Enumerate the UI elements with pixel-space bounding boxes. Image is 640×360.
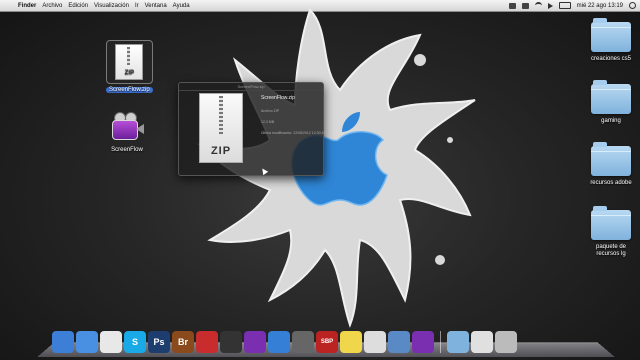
safari-icon[interactable]: [76, 331, 98, 353]
itunes-icon[interactable]: [268, 331, 290, 353]
photoshop-icon[interactable]: Ps: [148, 331, 170, 353]
menu-extras: mié 22 ago 13:19: [508, 0, 636, 11]
trash-icon[interactable]: [495, 331, 517, 353]
menu-ayuda[interactable]: Ayuda: [173, 3, 190, 9]
applications-folder-icon[interactable]: [447, 331, 469, 353]
photo-icon[interactable]: [388, 331, 410, 353]
folder-label: creaciones cs5: [590, 56, 632, 62]
folder-paquete-recursos-lg[interactable]: paquete de recursos lg: [586, 206, 636, 258]
folder-label: recursos adobe: [590, 180, 632, 186]
folder-label: paquete de recursos lg: [595, 244, 627, 257]
screenflow-dock-icon[interactable]: [244, 331, 266, 353]
quicklook-zip-label: ZIP: [210, 145, 232, 157]
folder-icon[interactable]: [591, 80, 631, 114]
desktop-icon-screenflow[interactable]: ScreenFlow: [110, 112, 144, 153]
spotlight-search-icon[interactable]: [629, 2, 636, 9]
menu-finder[interactable]: Finder: [18, 3, 36, 9]
app-star-icon[interactable]: [292, 331, 314, 353]
folder-creaciones-cs5[interactable]: creaciones cs5: [586, 18, 636, 62]
acrobat-icon[interactable]: [196, 331, 218, 353]
chrome-icon[interactable]: [100, 331, 122, 353]
menu-ir[interactable]: Ir: [135, 3, 139, 9]
battery-icon[interactable]: [558, 2, 571, 9]
menu-visualizacion[interactable]: Visualización: [94, 3, 129, 9]
quicklook-info: ScreenFlow.zip Archivo ZIP 12,3 MB Últim…: [261, 95, 326, 142]
zip-file-icon[interactable]: ZIP: [106, 40, 153, 84]
screenflow-icon-2[interactable]: [412, 331, 434, 353]
folder-icon[interactable]: [591, 206, 631, 240]
screen-icon[interactable]: [521, 2, 529, 9]
sbp-icon[interactable]: SBP: [316, 331, 338, 353]
volume-icon[interactable]: [547, 2, 553, 9]
desktop-icon-label: ScreenFlow.zip: [106, 87, 153, 93]
folder-label: gaming: [601, 118, 621, 124]
folder-icon[interactable]: [591, 142, 631, 176]
quicklook-modified: Última modificación: 22/08/2012 12:30:15: [261, 131, 326, 135]
skype-icon[interactable]: S: [124, 331, 146, 353]
folder-icon[interactable]: [591, 18, 631, 52]
quicklook-kind: Archivo ZIP: [261, 109, 280, 113]
menu-ventana[interactable]: Ventana: [145, 3, 167, 9]
preview-icon[interactable]: [364, 331, 386, 353]
desktop-icon-screenflow-zip[interactable]: ZIP ScreenFlow.zip: [106, 40, 153, 93]
dock: S Ps Br SBP: [52, 325, 517, 353]
clock[interactable]: mié 22 ago 13:19: [577, 3, 623, 9]
screenflow-app-icon[interactable]: [110, 112, 144, 142]
quicklook-zip-icon: ZIP: [199, 93, 243, 163]
quicklook-panel[interactable]: ScreenFlow.zip ZIP ScreenFlow.zip Archiv…: [178, 82, 326, 176]
quicklook-size: 12,3 MB: [261, 120, 275, 124]
quicklook-filename: ScreenFlow.zip: [261, 95, 295, 101]
dock-separator: [440, 331, 441, 353]
zip-doc-label: ZIP: [124, 70, 135, 76]
status-icon[interactable]: [508, 2, 516, 9]
folder-recursos-adobe[interactable]: recursos adobe: [586, 142, 636, 186]
dashboard-icon[interactable]: [220, 331, 242, 353]
wifi-icon[interactable]: [534, 2, 542, 9]
documents-stack-icon[interactable]: [471, 331, 493, 353]
menu-archivo[interactable]: Archivo: [42, 3, 62, 9]
quicklook-titlebar[interactable]: ScreenFlow.zip: [179, 83, 323, 91]
menu-edicion[interactable]: Edición: [68, 3, 88, 9]
bridge-icon[interactable]: Br: [172, 331, 194, 353]
desktop-icon-label: ScreenFlow: [111, 147, 143, 153]
finder-icon[interactable]: [52, 331, 74, 353]
folder-gaming[interactable]: gaming: [586, 80, 636, 124]
stickies-icon[interactable]: [340, 331, 362, 353]
